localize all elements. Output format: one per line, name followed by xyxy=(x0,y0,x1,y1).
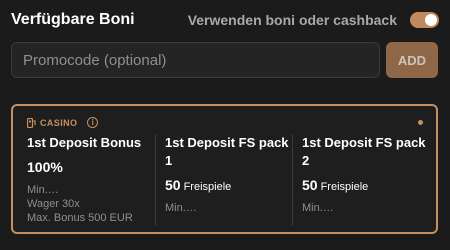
toggle-knob xyxy=(425,14,437,26)
casino-icon xyxy=(27,117,36,128)
column-divider xyxy=(292,134,293,226)
card-tag-label: CASINO xyxy=(40,117,78,128)
bonus-toggle-label: Verwenden boni oder cashback xyxy=(187,12,397,28)
bonus-min-deposit: Min.… xyxy=(302,202,334,214)
bonus-column: 1st Deposit Bonus 100% Min.… Wager 30x M… xyxy=(27,134,151,225)
bonus-column: 1st Deposit FS pack 1 50 Freispiele Min.… xyxy=(165,134,289,215)
bonus-value-text: 100% xyxy=(27,159,63,175)
bonus-wager: Wager 30x xyxy=(27,198,80,210)
bonus-value: 100% xyxy=(27,159,151,175)
available-bonuses-panel: Verfügbare Boni Verwenden boni oder cash… xyxy=(0,0,450,250)
bonus-max: Max. Bonus 500 EUR xyxy=(27,212,133,224)
bonus-value-unit: Freispiele xyxy=(320,181,369,193)
bonus-value-text: 50 xyxy=(302,177,318,193)
bonus-value-unit: Freispiele xyxy=(183,181,232,193)
bonus-title: 1st Deposit FS pack 2 xyxy=(302,135,426,168)
bonus-value: 50 Freispiele xyxy=(165,177,289,193)
bonus-value-text: 50 xyxy=(165,177,181,193)
selection-dot xyxy=(418,120,423,125)
bonus-value: 50 Freispiele xyxy=(302,177,426,193)
promocode-input[interactable] xyxy=(11,42,380,78)
add-promocode-button[interactable]: ADD xyxy=(386,42,438,78)
column-divider xyxy=(155,134,156,226)
card-tag: CASINO i xyxy=(27,117,99,128)
bonus-min-deposit: Min.… xyxy=(165,202,197,214)
info-icon[interactable]: i xyxy=(87,117,99,128)
bonus-title: 1st Deposit Bonus xyxy=(27,135,142,150)
bonus-min-deposit: Min.… xyxy=(27,184,59,196)
bonus-cashback-toggle[interactable] xyxy=(410,12,439,28)
casino-bonus-card[interactable]: CASINO i 1st Deposit Bonus 100% Min.… Wa… xyxy=(11,104,438,234)
page-title: Verfügbare Boni xyxy=(11,11,135,28)
bonus-column: 1st Deposit FS pack 2 50 Freispiele Min.… xyxy=(302,134,426,215)
bonus-title: 1st Deposit FS pack 1 xyxy=(165,135,289,168)
